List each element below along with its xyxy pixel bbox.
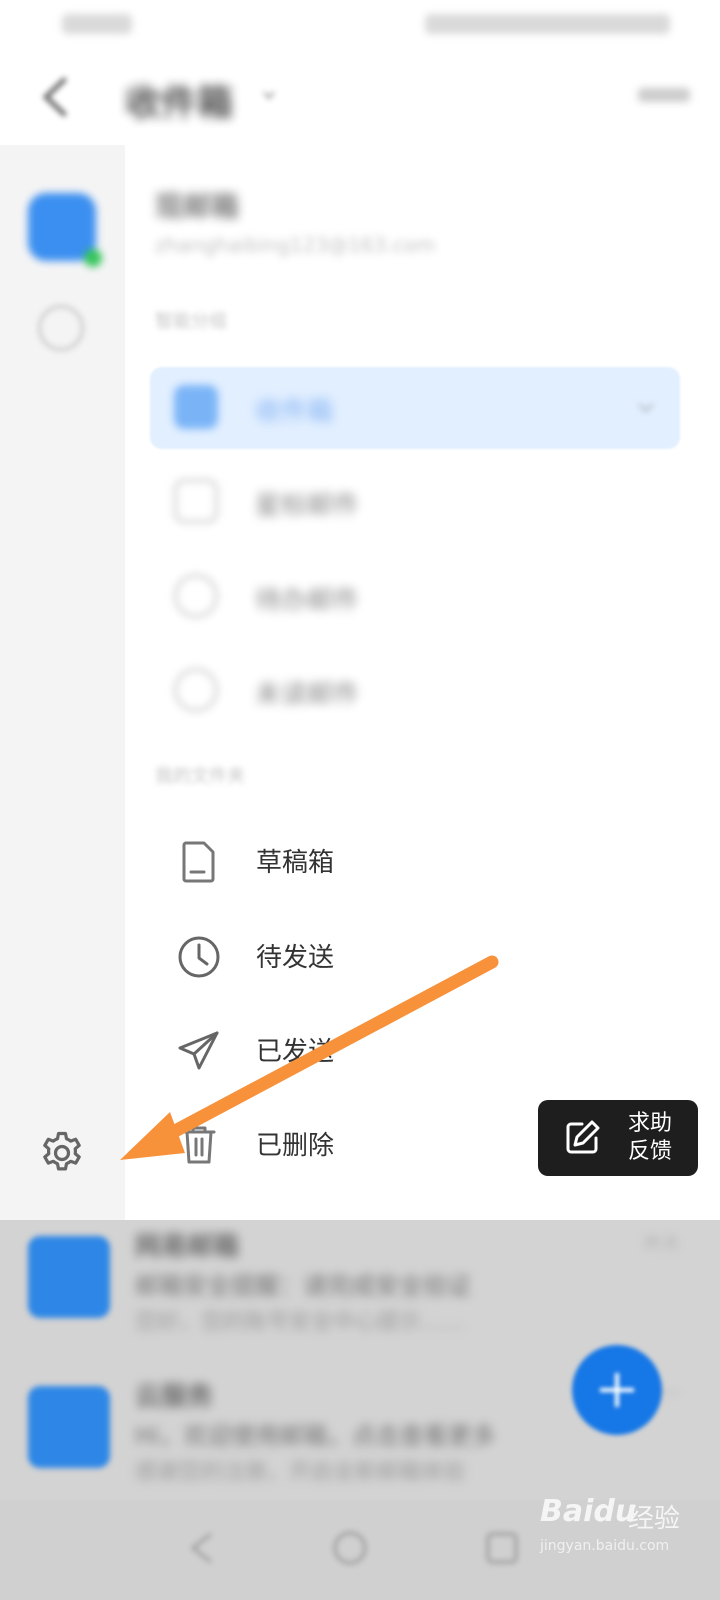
help-feedback-button[interactable]: 求助 反馈 — [538, 1100, 698, 1176]
account-avatar[interactable] — [28, 193, 102, 267]
smart-item-inbox[interactable]: 收件箱 — [150, 367, 680, 449]
chevron-down-icon[interactable] — [262, 88, 276, 102]
app-header: 收件箱 — [0, 50, 720, 145]
smart-item-unread[interactable]: 未读邮件 — [150, 650, 680, 732]
add-account-icon[interactable] — [38, 305, 84, 351]
chevron-down-icon[interactable] — [636, 397, 656, 417]
folder-drafts[interactable]: 草稿箱 — [150, 817, 680, 907]
nav-back-icon[interactable] — [183, 1528, 223, 1568]
header-action-blurred[interactable] — [638, 88, 690, 102]
sender-avatar — [28, 1236, 110, 1318]
mail-sender: 网易邮箱 — [135, 1232, 240, 1262]
draft-doc-icon — [182, 841, 215, 883]
mail-subject: Hi，欢迎使用邮箱，点击查看更多 — [135, 1422, 496, 1450]
settings-gear-icon[interactable] — [38, 1129, 86, 1177]
folder-drawer: 现邮箱 zhanghaibing123@163.com 智能分组 收件箱 星标邮… — [125, 145, 720, 1220]
account-name: 现邮箱 — [155, 190, 240, 223]
folder-label: 草稿箱 — [256, 848, 335, 878]
folder-label: 待发送 — [256, 943, 335, 973]
smart-item-label: 待办邮件 — [255, 586, 360, 616]
circle-icon — [174, 668, 218, 712]
smart-item-todo[interactable]: 待办邮件 — [150, 556, 680, 638]
watermark-brand: Baidu — [540, 1494, 637, 1529]
inbox-icon — [174, 385, 218, 429]
back-arrow-icon[interactable] — [36, 72, 76, 122]
baidu-jingyan-watermark: Baidu 经验 jingyan.baidu.com — [540, 1492, 710, 1562]
mail-sender: 云服务 — [135, 1382, 214, 1412]
paper-plane-icon — [178, 1031, 219, 1070]
feedback-label-line1: 求助 — [628, 1111, 673, 1136]
feedback-label: 求助 反馈 — [628, 1110, 680, 1166]
nav-recents-icon[interactable] — [482, 1528, 522, 1568]
folder-outbox[interactable]: 待发送 — [150, 912, 680, 1002]
mail-item[interactable]: 网易邮箱 邮箱安全提醒：请完成安全验证 您好，您的账号安全中心提示…… 昨天 — [0, 1220, 720, 1360]
sender-avatar — [28, 1386, 110, 1468]
flag-icon — [174, 479, 218, 523]
account-email: zhanghaibing123@163.com — [155, 233, 436, 257]
page-title[interactable]: 收件箱 — [125, 74, 233, 126]
folder-sent[interactable]: 已发送 — [150, 1006, 680, 1096]
smart-item-label: 收件箱 — [255, 397, 334, 427]
status-icons-blurred — [425, 14, 670, 34]
nav-home-icon[interactable] — [330, 1528, 370, 1568]
smart-item-label: 未读邮件 — [255, 680, 360, 710]
compose-button[interactable] — [572, 1345, 662, 1435]
folder-label: 已删除 — [256, 1131, 335, 1161]
mail-preview: 感谢您的注册，开启全新邮箱体验 — [135, 1460, 466, 1485]
section-label-smart: 智能分组 — [155, 311, 227, 332]
mail-time: 昨天 — [644, 1234, 680, 1255]
folder-label: 已发送 — [256, 1037, 335, 1067]
clock-icon — [178, 936, 220, 978]
feedback-label-line2: 反馈 — [628, 1139, 673, 1164]
mail-subject: 邮箱安全提醒：请完成安全验证 — [135, 1272, 471, 1300]
status-bar — [0, 0, 720, 50]
trash-icon — [182, 1126, 216, 1164]
status-carrier-blurred — [62, 14, 132, 34]
clock-icon — [174, 574, 218, 618]
smart-item-label: 星标邮件 — [255, 491, 360, 521]
mail-preview: 您好，您的账号安全中心提示…… — [135, 1310, 466, 1335]
account-rail — [0, 145, 125, 1220]
watermark-url: jingyan.baidu.com — [540, 1538, 670, 1554]
section-label-folders: 我的文件夹 — [155, 766, 245, 787]
edit-icon — [566, 1120, 600, 1154]
smart-item-starred[interactable]: 星标邮件 — [150, 461, 680, 543]
watermark-product: 经验 — [628, 1504, 681, 1534]
